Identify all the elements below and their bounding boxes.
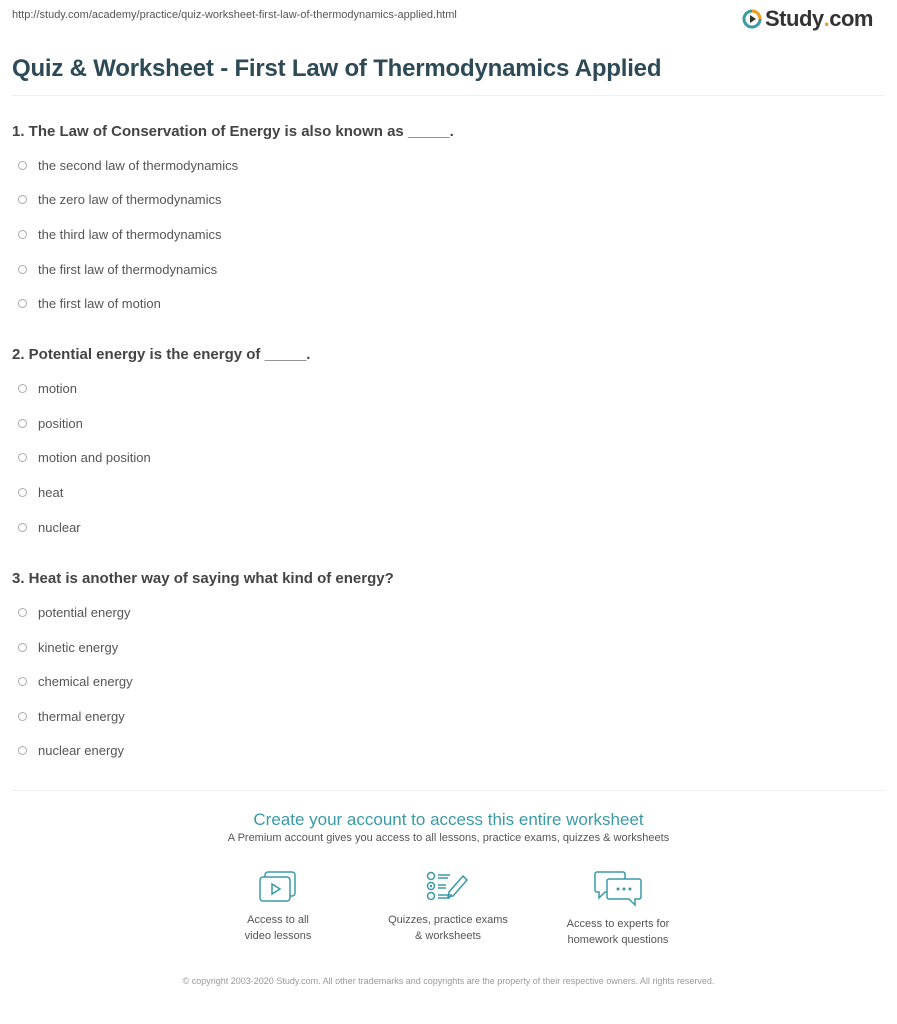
radio-icon[interactable]: [18, 677, 27, 686]
option-label: heat: [38, 485, 64, 500]
logo-tld: com: [829, 6, 873, 31]
option-label: the zero law of thermodynamics: [38, 192, 222, 207]
radio-icon[interactable]: [18, 453, 27, 462]
radio-icon[interactable]: [18, 712, 27, 721]
copyright: © copyright 2003-2020 Study.com. All oth…: [182, 976, 715, 986]
radio-icon[interactable]: [18, 384, 27, 393]
radio-icon[interactable]: [18, 195, 27, 204]
feature-experts: Access to experts for homework questions: [538, 870, 698, 948]
radio-icon[interactable]: [18, 746, 27, 755]
feature-quiz: Quizzes, practice exams & worksheets: [368, 870, 528, 944]
option[interactable]: motion and position: [18, 450, 151, 465]
option-label: the second law of thermodynamics: [38, 158, 239, 173]
option[interactable]: the zero law of thermodynamics: [18, 192, 222, 207]
option[interactable]: heat: [18, 485, 63, 500]
radio-icon[interactable]: [18, 265, 27, 274]
page-title: Quiz & Worksheet - First Law of Thermody…: [12, 55, 662, 82]
option-label: the first law of thermodynamics: [38, 262, 218, 277]
option-label: the first law of motion: [38, 296, 161, 311]
question-1: 1. The Law of Conservation of Energy is …: [12, 123, 454, 140]
play-logo-icon: [742, 9, 762, 29]
option-label: the third law of thermodynamics: [38, 227, 222, 242]
option[interactable]: potential energy: [18, 605, 131, 620]
divider: [12, 95, 885, 96]
question-2: 2. Potential energy is the energy of ___…: [12, 346, 311, 363]
option-label: motion: [38, 381, 78, 396]
radio-icon[interactable]: [18, 161, 27, 170]
radio-icon[interactable]: [18, 643, 27, 652]
chat-icon: [594, 871, 642, 907]
option[interactable]: chemical energy: [18, 674, 133, 689]
divider: [12, 790, 885, 791]
feature-label: video lessons: [244, 930, 312, 942]
option[interactable]: the first law of motion: [18, 296, 161, 311]
option[interactable]: the third law of thermodynamics: [18, 227, 222, 242]
radio-icon[interactable]: [18, 299, 27, 308]
cta-subtitle: A Premium account gives you access to al…: [227, 832, 670, 844]
option-label: nuclear energy: [38, 743, 124, 758]
cta-title[interactable]: Create your account to access this entir…: [0, 810, 897, 830]
quiz-icon: [426, 871, 469, 901]
feature-video: Access to all video lessons: [198, 870, 358, 944]
option[interactable]: the first law of thermodynamics: [18, 262, 217, 277]
option[interactable]: motion: [18, 381, 77, 396]
option-label: chemical energy: [38, 674, 133, 689]
option[interactable]: position: [18, 416, 83, 431]
feature-label: Access to all: [247, 914, 309, 926]
option-label: position: [38, 416, 83, 431]
radio-icon[interactable]: [18, 230, 27, 239]
question-3: 3. Heat is another way of saying what ki…: [12, 570, 394, 587]
page-url: http://study.com/academy/practice/quiz-w…: [12, 9, 457, 21]
feature-label: Access to experts for: [566, 918, 670, 930]
feature-label: Quizzes, practice exams: [388, 914, 508, 926]
option-label: motion and position: [38, 450, 151, 465]
radio-icon[interactable]: [18, 608, 27, 617]
option[interactable]: nuclear energy: [18, 743, 124, 758]
option[interactable]: thermal energy: [18, 709, 125, 724]
radio-icon[interactable]: [18, 488, 27, 497]
radio-icon[interactable]: [18, 523, 27, 532]
option-label: kinetic energy: [38, 640, 119, 655]
video-icon: [259, 871, 296, 902]
option[interactable]: nuclear: [18, 520, 81, 535]
study-logo[interactable]: Study. com: [742, 6, 873, 32]
logo-brand: Study: [765, 6, 824, 31]
option[interactable]: the second law of thermodynamics: [18, 158, 238, 173]
feature-label: homework questions: [567, 934, 669, 946]
option-label: potential energy: [38, 605, 131, 620]
option[interactable]: kinetic energy: [18, 640, 118, 655]
option-label: nuclear: [38, 520, 81, 535]
option-label: thermal energy: [38, 709, 125, 724]
radio-icon[interactable]: [18, 419, 27, 428]
feature-label: & worksheets: [414, 930, 482, 942]
